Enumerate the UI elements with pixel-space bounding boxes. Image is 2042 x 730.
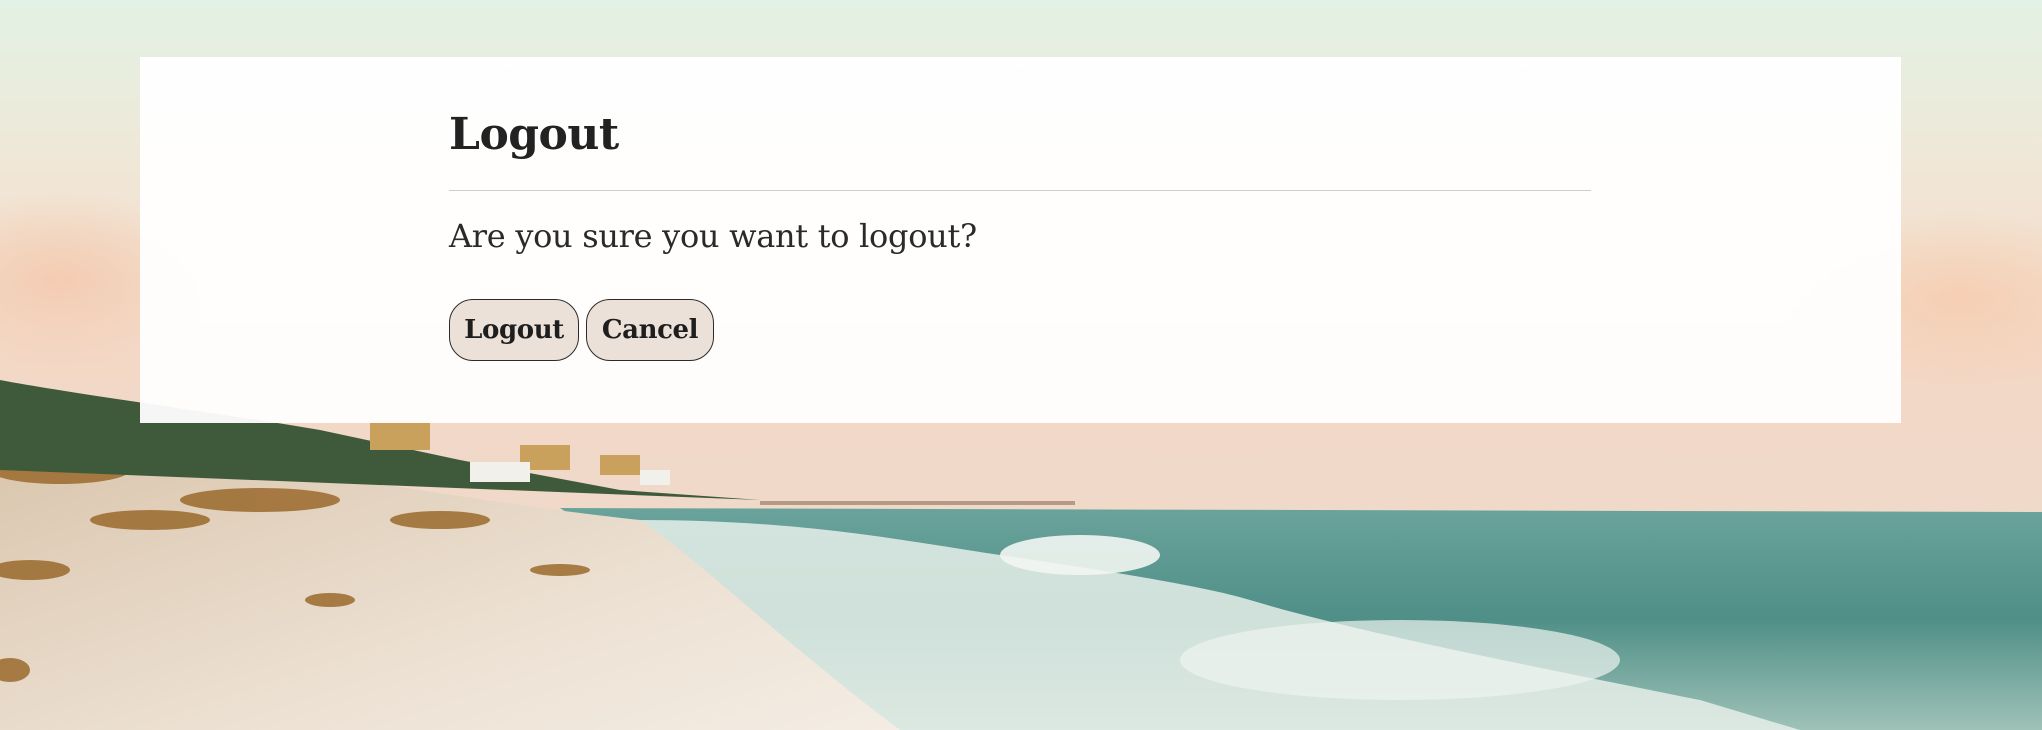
page-title: Logout <box>449 109 619 160</box>
dialog-actions: Logout Cancel <box>449 299 1591 362</box>
logout-dialog-card: Logout Are you sure you want to logout? … <box>140 57 1901 423</box>
confirmation-message: Are you sure you want to logout? <box>449 217 977 255</box>
cancel-button[interactable]: Cancel <box>586 299 714 362</box>
title-divider <box>449 190 1591 191</box>
logout-button[interactable]: Logout <box>449 299 579 362</box>
logout-dialog-content: Logout Are you sure you want to logout? … <box>449 109 1591 362</box>
